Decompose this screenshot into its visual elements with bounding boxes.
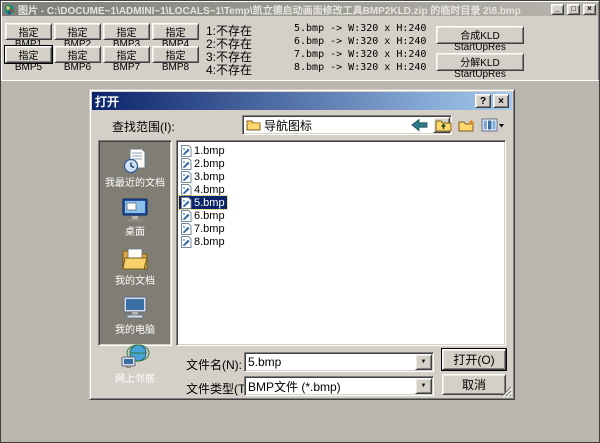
open-file-dialog: 打开 ? × 查找范围(I): 导航图标 ▼ [89, 89, 515, 400]
file-name-label: 文件名(N): [186, 356, 242, 373]
file-item[interactable]: 4.bmp [179, 183, 227, 196]
desktop-icon [120, 197, 150, 223]
my-documents-icon [120, 246, 150, 272]
file-name-combobox[interactable]: 5.bmp ▼ [244, 352, 434, 372]
dialog-titlebar: 打开 ? × [92, 92, 512, 110]
close-button[interactable]: × [583, 4, 596, 15]
size-bmp6: 6.bmp -> W:320 x H:240 [294, 36, 426, 47]
file-name: 5.bmp [194, 197, 225, 209]
cancel-button[interactable]: 取消 [442, 374, 506, 395]
place-network[interactable]: 网上邻居 [115, 344, 155, 385]
file-name: 1.bmp [194, 145, 225, 157]
recent-documents-icon [120, 148, 150, 174]
file-type-dropdown-button[interactable]: ▼ [415, 378, 432, 394]
dialog-toolbar [411, 117, 505, 133]
places-bar: 我最近的文档 桌面 我的文档 [98, 140, 172, 346]
place-label: 我的电脑 [115, 321, 155, 336]
help-button[interactable]: ? [475, 94, 491, 108]
assign-bmp6-button[interactable]: 指定BMP6 [54, 46, 101, 63]
place-my-documents[interactable]: 我的文档 [115, 246, 155, 287]
bmp-file-icon [180, 184, 192, 196]
look-in-label: 查找范围(I): [112, 118, 175, 135]
bmp-file-icon [180, 197, 192, 209]
place-recent-documents[interactable]: 我最近的文档 [105, 148, 165, 189]
bmp-file-icon [180, 210, 192, 222]
file-item-selected[interactable]: 5.bmp [179, 196, 227, 209]
place-label: 我最近的文档 [105, 174, 165, 189]
file-item[interactable]: 2.bmp [179, 157, 227, 170]
file-type-value: BMP文件 (*.bmp) [245, 378, 415, 395]
view-menu-icon[interactable] [481, 118, 505, 132]
assign-bmp3-button[interactable]: 指定BMP3 [103, 23, 150, 40]
screen: { "colors": { "window_bg": "#d4d0c8", "c… [0, 0, 600, 443]
assign-bmp5-button[interactable]: 指定BMP5 [5, 46, 52, 63]
size-bmp7: 7.bmp -> W:320 x H:240 [294, 49, 426, 60]
file-type-label: 文件类型(T): [186, 380, 253, 397]
up-folder-icon[interactable] [435, 118, 452, 132]
place-label: 桌面 [125, 223, 145, 238]
bmp-file-icon [180, 145, 192, 157]
file-name: 7.bmp [194, 223, 225, 235]
main-toolbar-area: 指定BMP1 指定BMP2 指定BMP3 指定BMP4 指定BMP5 指定BMP… [1, 16, 599, 80]
bmp-file-icon [180, 223, 192, 235]
folder-icon [246, 119, 261, 131]
assign-bmp7-button[interactable]: 指定BMP7 [103, 46, 150, 63]
file-item[interactable]: 3.bmp [179, 170, 227, 183]
file-name: 2.bmp [194, 158, 225, 170]
bmp-file-icon [180, 171, 192, 183]
bmp-file-icon [180, 236, 192, 248]
file-item[interactable]: 6.bmp [179, 209, 227, 222]
new-folder-icon[interactable] [458, 118, 475, 132]
place-desktop[interactable]: 桌面 [120, 197, 150, 238]
bmp-file-icon [180, 158, 192, 170]
file-name: 6.bmp [194, 210, 225, 222]
file-name: 8.bmp [194, 236, 225, 248]
file-name: 3.bmp [194, 171, 225, 183]
dialog-title: 打开 [95, 93, 473, 110]
assign-bmp4-button[interactable]: 指定BMP4 [152, 23, 199, 40]
compose-kld-button[interactable]: 合成KLD StartUpRes [436, 26, 524, 44]
main-window-title: 图片 - C:\DOCUME~1\ADMINI~1\LOCALS~1\Temp\… [18, 2, 548, 17]
assign-bmp8-button[interactable]: 指定BMP8 [152, 46, 199, 63]
size-bmp8: 8.bmp -> W:320 x H:240 [294, 62, 426, 73]
open-button[interactable]: 打开(O) [442, 349, 506, 370]
back-icon[interactable] [411, 118, 429, 132]
place-label: 网上邻居 [115, 370, 155, 385]
place-my-computer[interactable]: 我的电脑 [115, 295, 155, 336]
decompose-kld-button[interactable]: 分解KLD StartUpRes [436, 53, 524, 71]
status-bmp4: 4:不存在 [206, 61, 252, 78]
file-item[interactable]: 8.bmp [179, 235, 227, 248]
file-list[interactable]: 1.bmp 2.bmp 3.bmp 4.bmp 5.bmp 6.bmp 7.bm… [176, 140, 506, 346]
assign-bmp1-button[interactable]: 指定BMP1 [5, 23, 52, 40]
dialog-close-button[interactable]: × [493, 94, 509, 108]
app-icon [4, 4, 15, 15]
resize-grip[interactable] [500, 385, 512, 397]
look-in-value: 导航图标 [261, 117, 433, 134]
file-item[interactable]: 7.bmp [179, 222, 227, 235]
place-label: 我的文档 [115, 272, 155, 287]
file-name-value: 5.bmp [245, 355, 415, 369]
file-item[interactable]: 1.bmp [179, 144, 227, 157]
network-icon [120, 344, 150, 370]
minimize-button[interactable]: _ [551, 4, 564, 15]
maximize-button[interactable]: □ [567, 4, 580, 15]
size-bmp5: 5.bmp -> W:320 x H:240 [294, 23, 426, 34]
file-name-dropdown-button[interactable]: ▼ [415, 354, 432, 370]
my-computer-icon [120, 295, 150, 321]
assign-bmp2-button[interactable]: 指定BMP2 [54, 23, 101, 40]
file-type-combobox[interactable]: BMP文件 (*.bmp) ▼ [244, 376, 434, 396]
main-window-titlebar: 图片 - C:\DOCUME~1\ADMINI~1\LOCALS~1\Temp\… [2, 2, 598, 16]
file-name: 4.bmp [194, 184, 225, 196]
